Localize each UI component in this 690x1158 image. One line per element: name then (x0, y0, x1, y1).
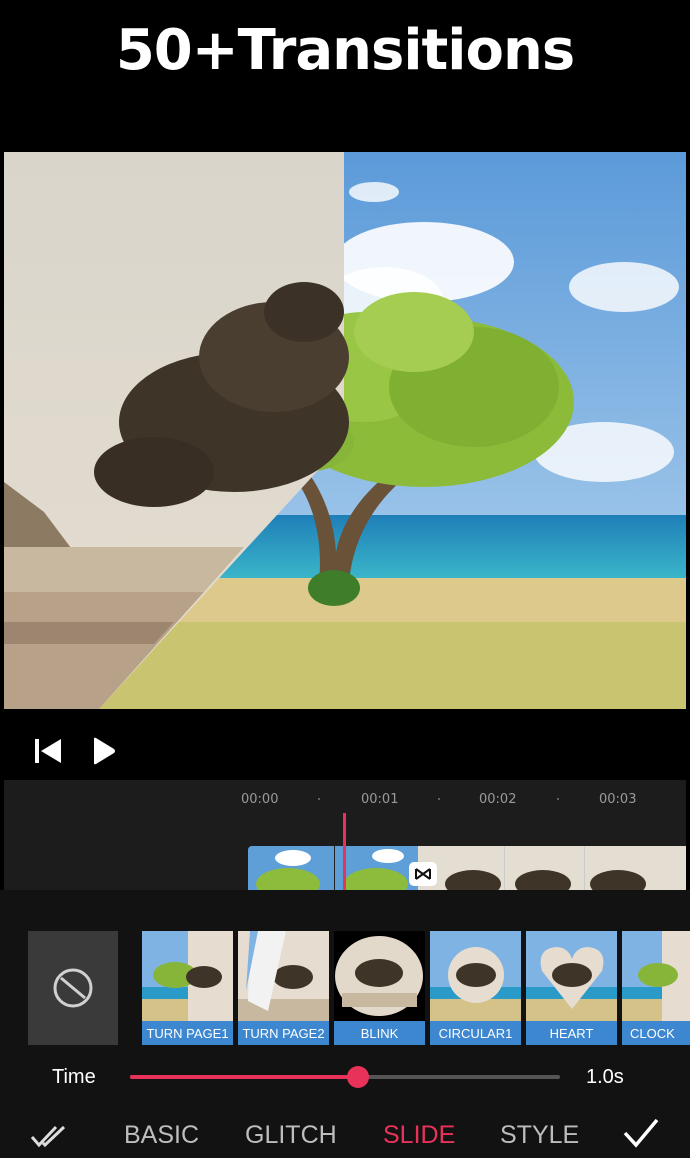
no-transition-button[interactable] (28, 931, 118, 1045)
transition-label: CLOCK (622, 1021, 690, 1045)
tab-glitch[interactable]: GLITCH (245, 1121, 337, 1150)
skip-to-start-icon[interactable] (33, 738, 63, 769)
time-slider-fill (130, 1075, 358, 1079)
transition-label: TURN PAGE1 (142, 1021, 233, 1045)
video-clip-strip[interactable] (248, 846, 686, 890)
transition-thumb[interactable]: HEART (526, 931, 617, 1045)
time-label: Time (52, 1066, 96, 1088)
playback-controls (0, 720, 690, 780)
prohibited-icon (53, 968, 93, 1008)
ruler-tick (557, 798, 559, 800)
time-slider-knob[interactable] (346, 1066, 369, 1088)
ruler-tick (438, 798, 440, 800)
bowtie-transition-icon[interactable] (409, 862, 437, 886)
ruler-label: 00:01 (361, 792, 399, 807)
ruler-tick (318, 798, 320, 800)
video-preview (4, 152, 686, 709)
playhead[interactable] (343, 813, 346, 890)
check-icon[interactable] (622, 1117, 660, 1154)
play-icon[interactable] (92, 737, 116, 770)
tab-style[interactable]: STYLE (500, 1121, 579, 1150)
time-value: 1.0s (586, 1066, 624, 1088)
ruler-label: 00:00 (241, 792, 279, 807)
transition-thumb[interactable]: CLOCK (622, 931, 690, 1045)
ruler-label: 00:02 (479, 792, 517, 807)
transition-label: CIRCULAR1 (430, 1021, 521, 1045)
category-tabs: BASIC GLITCH SLIDE STYLE (0, 1115, 690, 1155)
transition-thumb[interactable]: TURN PAGE2 (238, 931, 329, 1045)
double-check-icon[interactable] (30, 1123, 70, 1154)
transition-thumb-selected[interactable]: BLINK (334, 931, 425, 1045)
headline-text: 50+Transitions (115, 17, 575, 83)
ruler-label: 00:03 (599, 792, 637, 807)
transition-panel: TURN PAGE1 TURN PAGE2 BLINK CIRCULAR1 HE… (0, 890, 690, 1158)
transition-thumb[interactable]: TURN PAGE1 (142, 931, 233, 1045)
tab-basic[interactable]: BASIC (124, 1121, 199, 1150)
promo-headline: 50+Transitions (0, 0, 690, 150)
transition-label: HEART (526, 1021, 617, 1045)
transition-label: TURN PAGE2 (238, 1021, 329, 1045)
preview-image (4, 152, 686, 709)
tab-slide[interactable]: SLIDE (383, 1121, 455, 1150)
transition-thumb[interactable]: CIRCULAR1 (430, 931, 521, 1045)
timeline[interactable]: 00:00 00:01 00:02 00:03 (4, 780, 686, 890)
transition-label: BLINK (334, 1021, 425, 1045)
